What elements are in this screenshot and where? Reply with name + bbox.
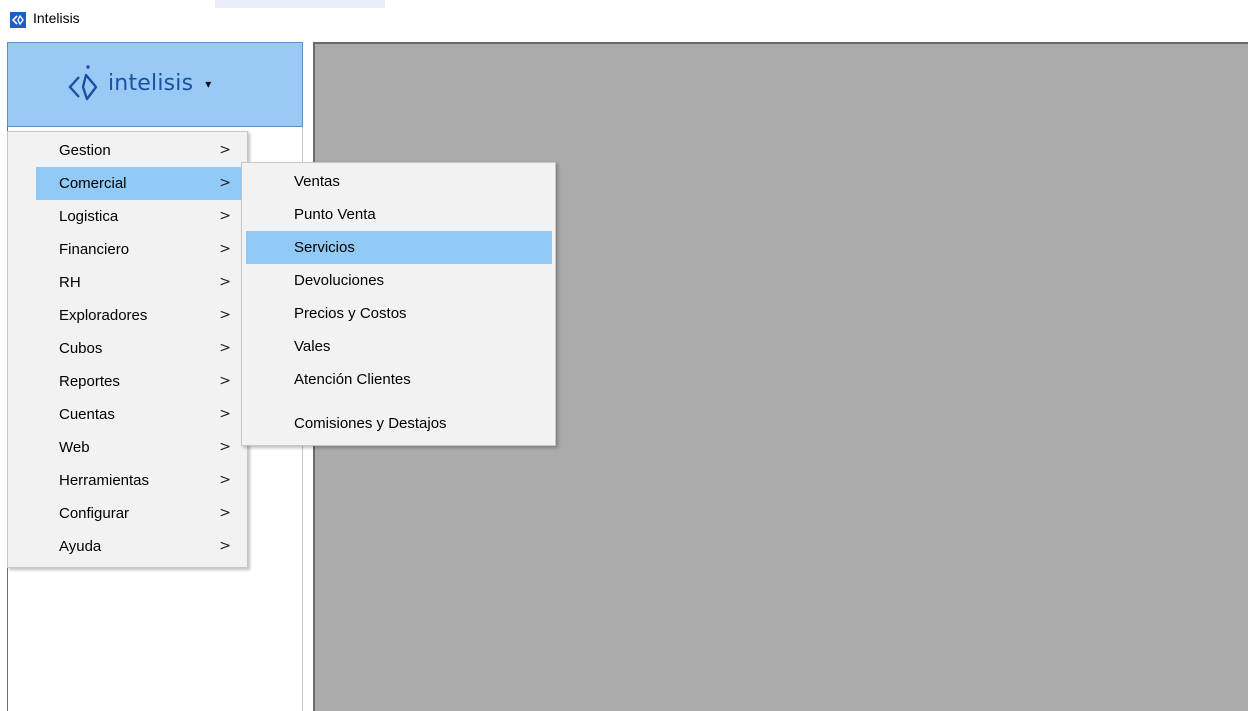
chevron-right-icon: >	[219, 274, 231, 290]
menu-item-ayuda[interactable]: Ayuda >	[36, 530, 247, 563]
submenu-item-atencion-clientes[interactable]: Atención Clientes	[246, 363, 552, 396]
menu-item-label: Cuentas	[59, 406, 115, 423]
submenu-item-servicios[interactable]: Servicios	[246, 231, 552, 264]
menu-item-label: Logistica	[59, 208, 119, 225]
chevron-right-icon: >	[219, 340, 231, 356]
submenu-item-vales[interactable]: Vales	[246, 330, 552, 363]
menu-item-label: Financiero	[59, 241, 130, 258]
menu-item-exploradores[interactable]: Exploradores >	[36, 299, 247, 332]
menu-item-label: RH	[59, 274, 81, 291]
menu-item-label: Gestion	[59, 142, 111, 159]
logo: intelisis ▾	[66, 61, 211, 105]
submenu-item-label: Vales	[294, 338, 331, 355]
chevron-right-icon: >	[219, 505, 231, 521]
app-icon	[10, 12, 26, 28]
chevron-right-icon: >	[219, 472, 231, 488]
menu-item-label: Configurar	[59, 505, 130, 522]
chevron-right-icon: >	[219, 406, 231, 422]
submenu-item-precios-costos[interactable]: Precios y Costos	[246, 297, 552, 330]
menu-item-label: Comercial	[59, 175, 127, 192]
window-title: Intelisis	[33, 10, 80, 26]
chevron-right-icon: >	[219, 241, 231, 257]
menu-item-label: Herramientas	[59, 472, 150, 489]
comercial-submenu: Ventas Punto Venta Servicios Devolucione…	[241, 162, 556, 446]
chevron-down-icon: ▾	[205, 77, 212, 91]
submenu-item-punto-venta[interactable]: Punto Venta	[246, 198, 552, 231]
submenu-item-devoluciones[interactable]: Devoluciones	[246, 264, 552, 297]
chevron-right-icon: >	[219, 307, 231, 323]
main-menu: Gestion > Comercial > Logistica > Financ…	[7, 131, 248, 568]
submenu-item-label: Precios y Costos	[294, 305, 407, 322]
chevron-right-icon: >	[219, 208, 231, 224]
menu-item-logistica[interactable]: Logistica >	[36, 200, 247, 233]
chevron-right-icon: >	[219, 439, 231, 455]
chevron-right-icon: >	[219, 175, 231, 191]
menu-item-financiero[interactable]: Financiero >	[36, 233, 247, 266]
menu-item-cuentas[interactable]: Cuentas >	[36, 398, 247, 431]
menu-item-cubos[interactable]: Cubos >	[36, 332, 247, 365]
menu-item-rh[interactable]: RH >	[36, 266, 247, 299]
menu-item-comercial[interactable]: Comercial >	[36, 167, 247, 200]
submenu-item-label: Devoluciones	[294, 272, 385, 289]
submenu-item-label: Ventas	[294, 173, 340, 190]
title-bar: Intelisis	[0, 0, 1248, 40]
submenu-item-comisiones-destajos[interactable]: Comisiones y Destajos	[246, 407, 552, 440]
menu-item-reportes[interactable]: Reportes >	[36, 365, 247, 398]
menu-item-configurar[interactable]: Configurar >	[36, 497, 247, 530]
chevron-right-icon: >	[219, 142, 231, 158]
submenu-item-label: Atención Clientes	[294, 371, 411, 388]
menu-item-label: Exploradores	[59, 307, 148, 324]
intelisis-logo-icon	[68, 65, 98, 101]
menu-item-label: Cubos	[59, 340, 103, 357]
submenu-item-ventas[interactable]: Ventas	[246, 165, 552, 198]
menu-item-herramientas[interactable]: Herramientas >	[36, 464, 247, 497]
menu-item-web[interactable]: Web >	[36, 431, 247, 464]
logo-menu-button[interactable]: intelisis ▾	[7, 42, 303, 127]
menu-item-label: Ayuda	[59, 538, 102, 555]
chevron-right-icon: >	[219, 538, 231, 554]
menu-item-label: Reportes	[59, 373, 120, 390]
menu-item-gestion[interactable]: Gestion >	[36, 134, 247, 167]
menu-item-label: Web	[59, 439, 90, 456]
logo-text: intelisis	[108, 70, 194, 96]
tab-placeholder	[215, 0, 385, 8]
chevron-right-icon: >	[219, 373, 231, 389]
submenu-item-label: Servicios	[294, 239, 355, 256]
submenu-item-label: Punto Venta	[294, 206, 376, 223]
submenu-item-label: Comisiones y Destajos	[294, 415, 447, 432]
